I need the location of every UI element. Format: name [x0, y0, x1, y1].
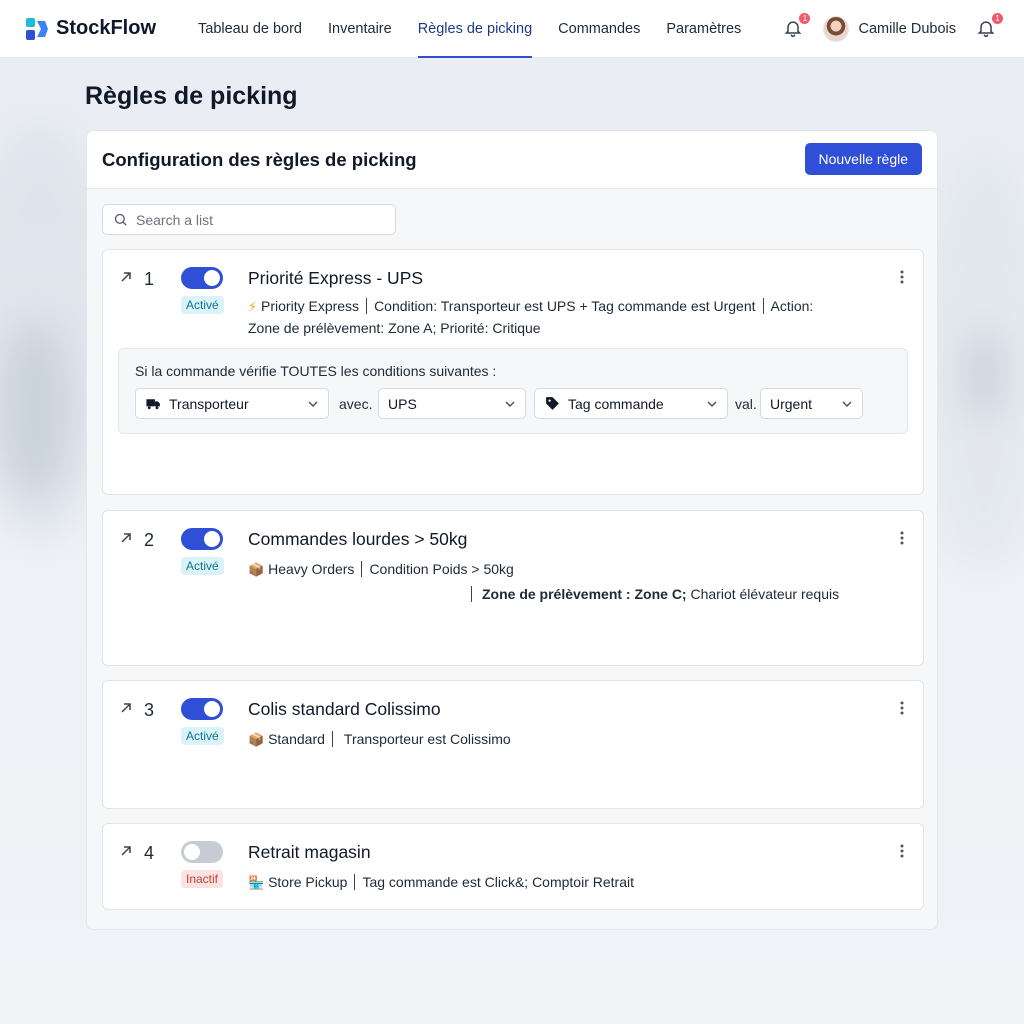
logo[interactable]: StockFlow	[25, 17, 185, 41]
chevron-down-icon	[505, 401, 515, 408]
rules-panel: Configuration des règles de picking Nouv…	[86, 130, 938, 930]
rule-toggle[interactable]	[181, 528, 223, 550]
nav-regles-de-picking[interactable]: Règles de picking	[405, 0, 545, 58]
lightning-icon: ⚡	[248, 300, 258, 315]
drag-arrow-icon[interactable]	[119, 270, 133, 284]
main-nav: Tableau de bord Inventaire Règles de pic…	[185, 0, 754, 58]
rule-card: 3 Activé Colis standard Colissimo 📦 Stan…	[102, 680, 924, 809]
joiner-text: avec.	[339, 396, 373, 412]
kebab-icon[interactable]	[895, 530, 909, 546]
rule-action-line: Zone de prélèvement : Zone C; Chariot él…	[471, 584, 839, 604]
search-input[interactable]	[136, 211, 376, 228]
nav-inventaire[interactable]: Inventaire	[315, 0, 405, 58]
joiner-text: val.	[735, 396, 757, 412]
rule-condition: Transporteur est Colissimo	[343, 731, 511, 747]
rule-title[interactable]: Commandes lourdes > 50kg	[248, 529, 467, 550]
rule-number: 1	[144, 269, 155, 289]
rule-action-label: Action:	[770, 298, 814, 314]
rule-condition: Tag commande est Click&; Comptoir Retrai…	[362, 874, 634, 890]
rule-action: Chariot élévateur requis	[690, 586, 840, 602]
rule-description: 📦 Standard Transporteur est Colissimo	[248, 729, 511, 751]
drag-arrow-icon[interactable]	[119, 701, 133, 715]
conditions-box: Si la commande vérifie TOUTES les condit…	[118, 348, 908, 434]
rule-title[interactable]: Retrait magasin	[248, 842, 371, 863]
kebab-icon[interactable]	[895, 700, 909, 716]
rule-number: 3	[144, 700, 155, 720]
notifications-button[interactable]: 1	[783, 12, 812, 40]
rule-toggle[interactable]	[181, 267, 223, 289]
search-icon	[114, 213, 127, 226]
search-box[interactable]	[102, 204, 396, 235]
chevron-down-icon	[707, 401, 717, 408]
rule-card: 2 Activé Commandes lourdes > 50kg 📦 Heav…	[102, 510, 924, 666]
tag-icon	[546, 397, 559, 410]
rule-action: Zone de prélèvement: Zone A; Priorité: C…	[248, 320, 541, 336]
rule-toggle[interactable]	[181, 698, 223, 720]
rule-toggle[interactable]	[181, 841, 223, 863]
rule-card: 4 Inactif Retrait magasin 🏪 Store Pickup…	[102, 823, 924, 910]
field-select-tag-commande[interactable]: Tag commande	[534, 388, 728, 419]
avatar[interactable]	[823, 16, 850, 42]
chevron-down-icon	[842, 401, 852, 408]
chevron-down-icon	[308, 401, 318, 408]
field-select-transporteur[interactable]: Transporteur	[135, 388, 329, 419]
drag-arrow-icon[interactable]	[119, 844, 133, 858]
conditions-label: Si la commande vérifie TOUTES les condit…	[135, 363, 497, 379]
status-badge: Inactif	[181, 870, 224, 888]
store-icon: 🏪	[248, 876, 265, 891]
rule-condition: Condition: Transporteur est UPS + Tag co…	[374, 298, 756, 314]
rule-number: 2	[144, 530, 155, 550]
status-badge: Activé	[181, 296, 224, 314]
status-badge: Activé	[181, 727, 224, 745]
rule-number: 4	[144, 843, 155, 863]
rule-action-bold: Zone de prélèvement : Zone C;	[482, 586, 687, 602]
nav-parametres[interactable]: Paramètres	[653, 0, 754, 58]
rule-description: 📦 Heavy Orders Condition Poids > 50kg	[248, 559, 514, 581]
rule-title[interactable]: Priorité Express - UPS	[248, 268, 423, 289]
package-icon: 📦	[248, 733, 265, 748]
truck-icon	[146, 399, 160, 410]
nav-commandes[interactable]: Commandes	[545, 0, 653, 58]
panel-header: Configuration des règles de picking Nouv…	[87, 131, 937, 189]
rule-description: ⚡ Priority Express Condition: Transporteu…	[248, 296, 848, 338]
notification-badge: 1	[798, 12, 812, 25]
rule-tag: Store Pickup	[268, 874, 348, 890]
drag-arrow-icon[interactable]	[119, 531, 133, 545]
app-name: StockFlow	[56, 17, 157, 39]
rule-card: 1 Activé Priorité Express - UPS ⚡ Priori…	[102, 249, 924, 495]
page-title: Règles de picking	[85, 82, 298, 110]
status-badge: Activé	[181, 557, 224, 575]
panel-title: Configuration des règles de picking	[102, 149, 417, 170]
value-select-urgent[interactable]: Urgent	[760, 388, 863, 419]
value-select-ups[interactable]: UPS	[378, 388, 526, 419]
rule-title[interactable]: Colis standard Colissimo	[248, 699, 441, 720]
kebab-icon[interactable]	[895, 269, 909, 285]
rule-tag: Priority Express	[261, 298, 360, 314]
kebab-icon[interactable]	[895, 843, 909, 859]
user-name[interactable]: Camille Dubois	[858, 21, 956, 37]
top-navbar: StockFlow Tableau de bord Inventaire Règ…	[0, 0, 1024, 58]
new-rule-button[interactable]: Nouvelle règle	[804, 143, 922, 175]
rule-tag: Standard	[268, 731, 325, 747]
nav-tableau-de-bord[interactable]: Tableau de bord	[185, 0, 315, 58]
rule-condition: Condition Poids > 50kg	[369, 561, 514, 577]
logo-icon	[26, 17, 48, 40]
rule-tag: Heavy Orders	[268, 561, 355, 577]
rule-description: 🏪 Store Pickup Tag commande est Click&; C…	[248, 872, 634, 894]
package-icon: 📦	[248, 563, 265, 578]
alerts-button[interactable]: 1	[976, 12, 1004, 40]
alerts-badge: 1	[991, 12, 1004, 25]
